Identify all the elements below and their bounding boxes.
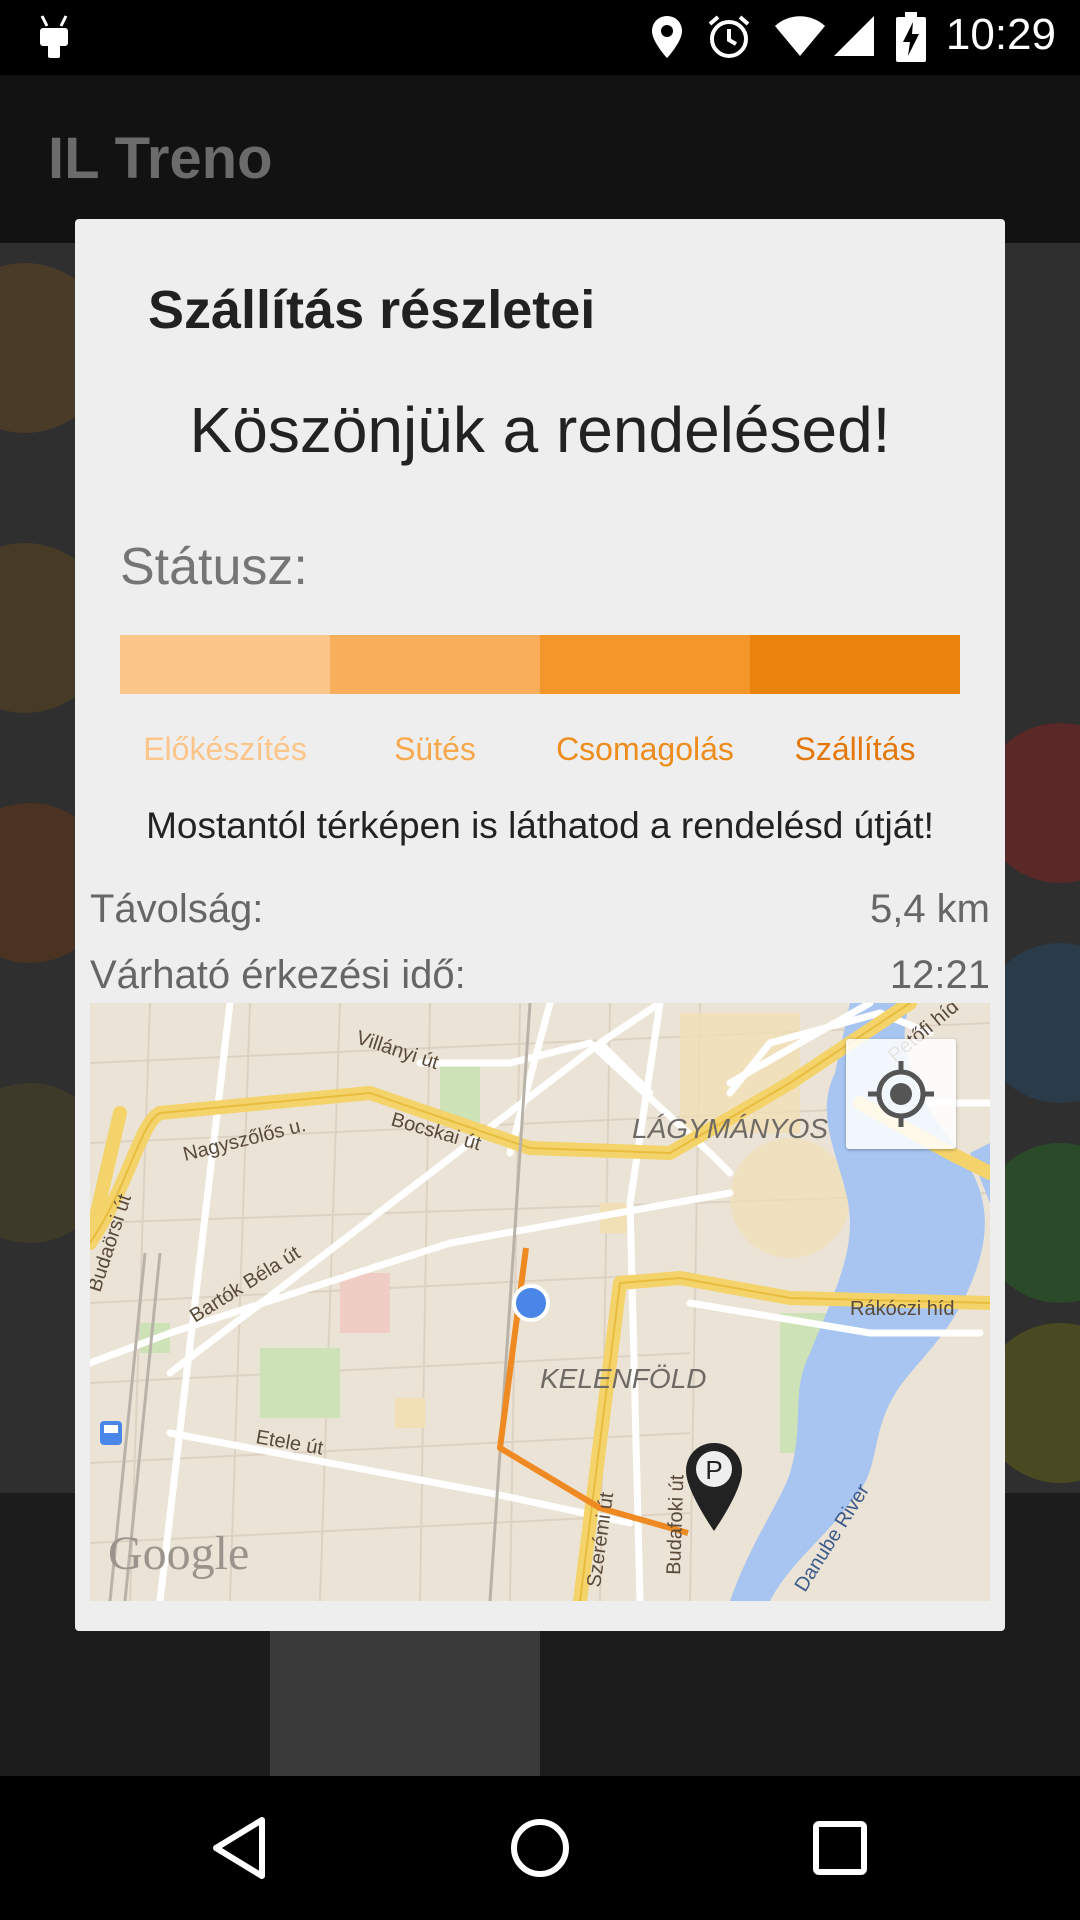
dialog-title: Szállítás részletei [148, 280, 596, 340]
status-bar: 10:29 [0, 0, 1080, 75]
android-icon [40, 15, 68, 58]
my-location-button[interactable] [846, 1039, 956, 1149]
map-label-lagymanyos: LÁGYMÁNYOS [632, 1113, 828, 1144]
delivery-details-dialog: Szállítás részletei Köszönjük a rendelés… [75, 219, 1005, 1631]
stage-segment-baking [330, 635, 540, 694]
signal-icon [834, 16, 874, 56]
status-time: 10:29 [945, 10, 1056, 59]
back-icon[interactable] [198, 1806, 282, 1890]
eta-value: 12:21 [889, 953, 990, 997]
parking-letter: P [705, 1455, 722, 1485]
navigation-bar [0, 1776, 1080, 1920]
stage-label-baking: Sütés [394, 731, 476, 767]
distance-label: Távolság: [90, 887, 264, 931]
stage-label-packing: Csomagolás [556, 731, 734, 767]
distance-value: 5,4 km [869, 887, 990, 931]
crosshair-icon [868, 1061, 934, 1127]
delivery-map[interactable]: P Villányi út Nagyszőlős u. Bocskai út B… [90, 1003, 990, 1601]
map-label-rakoczi: Rákóczi híd [850, 1298, 955, 1320]
thank-you-message: Köszönjük a rendelésed! [189, 394, 891, 466]
map-note: Mostantól térképen is láthatod a rendelé… [146, 805, 934, 846]
stage-label-delivery: Szállítás [794, 731, 916, 767]
battery-charging-icon [896, 12, 926, 62]
location-icon [652, 16, 682, 58]
distance-row: Távolság: 5,4 km [90, 887, 990, 932]
wifi-icon [775, 16, 825, 56]
app-title: IL Treno [48, 126, 273, 191]
eta-row: Várható érkezési idő: 12:21 [90, 953, 990, 998]
stage-label-preparation: Előkészítés [143, 731, 307, 767]
app-bar: IL Treno [0, 75, 1080, 243]
stage-segment-preparation [120, 635, 330, 694]
map-label-budafoki: Budafoki út [663, 1474, 688, 1575]
stage-segment-packing [540, 635, 750, 694]
alarm-icon [708, 15, 750, 58]
stage-segment-delivery [750, 635, 960, 694]
home-icon[interactable] [498, 1806, 582, 1890]
map-label-kelenfold: KELENFÖLD [540, 1363, 707, 1394]
origin-marker [512, 1284, 550, 1322]
status-progress-bar [120, 635, 960, 694]
stage-labels: Előkészítés Sütés Csomagolás Szállítás [120, 731, 960, 768]
status-label: Státusz: [120, 538, 308, 596]
google-logo: Google [108, 1527, 249, 1580]
recents-icon[interactable] [798, 1806, 882, 1890]
eta-label: Várható érkezési idő: [90, 953, 466, 997]
